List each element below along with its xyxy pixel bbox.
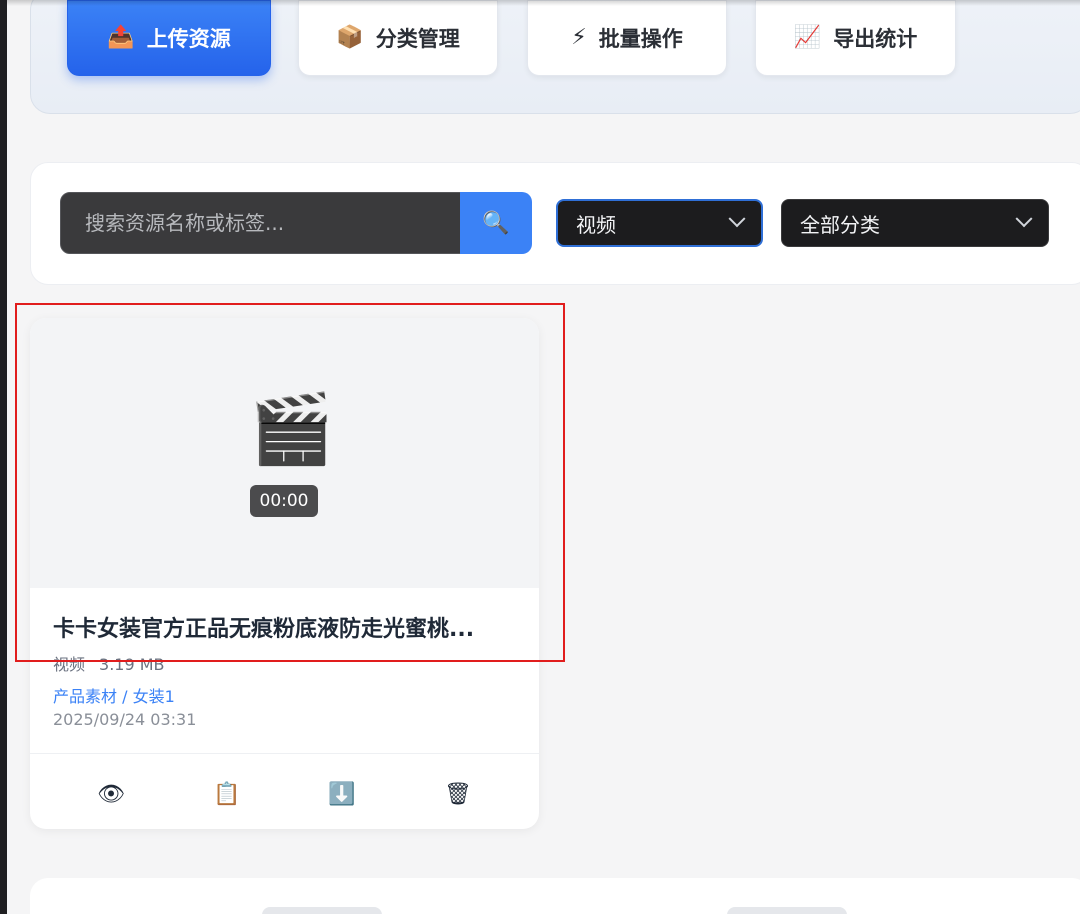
window-edge (0, 0, 7, 914)
batch-operation-button[interactable]: ⚡ 批量操作 (527, 0, 727, 76)
eye-icon: 👁 (97, 781, 125, 807)
upload-resource-button[interactable]: 📤 上传资源 (67, 0, 271, 76)
upload-resource-label: 上传资源 (146, 27, 231, 51)
video-thumbnail[interactable]: 🎬 00:00 (30, 318, 539, 588)
box-icon: 📦 (336, 25, 364, 50)
resource-type: 视频 (53, 655, 86, 674)
upload-icon: 📤 (107, 25, 135, 50)
lightning-icon: ⚡ (571, 25, 587, 50)
trash-icon: 🗑 (444, 781, 472, 807)
category-management-label: 分类管理 (375, 27, 460, 51)
download-button[interactable]: ⬇️ (322, 776, 362, 812)
batch-operation-label: 批量操作 (598, 27, 683, 51)
download-icon: ⬇️ (328, 781, 356, 807)
pagination-panel (30, 878, 1080, 914)
clipboard-icon: 📋 (213, 781, 241, 807)
pagination-control-left[interactable] (262, 907, 382, 914)
pagination-control-right[interactable] (727, 907, 847, 914)
search-button[interactable]: 🔍 (460, 192, 532, 254)
resource-title: 卡卡女装官方正品无痕粉底液防走光蜜桃... (53, 617, 475, 642)
copy-button[interactable]: 📋 (207, 776, 247, 812)
chevron-down-icon (1015, 210, 1033, 228)
category-management-button[interactable]: 📦 分类管理 (298, 0, 498, 76)
chart-icon: 📈 (793, 25, 822, 50)
resource-size: 3.19 MB (99, 655, 165, 674)
category-select-value: 全部分类 (800, 212, 880, 237)
resource-card[interactable]: 🎬 00:00 卡卡女装官方正品无痕粉底液防走光蜜桃... 视频 3.19 MB … (30, 318, 539, 829)
resource-category-path[interactable]: 产品素材 / 女装1 (53, 683, 175, 707)
export-statistics-button[interactable]: 📈 导出统计 (755, 0, 956, 76)
chevron-down-icon (728, 210, 746, 228)
type-select-value: 视频 (576, 212, 616, 237)
search-input[interactable] (60, 192, 461, 254)
resource-meta: 视频 3.19 MB (53, 651, 165, 675)
top-shadow (7, 0, 1080, 6)
type-select[interactable]: 视频 (556, 199, 763, 247)
export-statistics-label: 导出统计 (833, 27, 918, 51)
search-icon: 🔍 (482, 210, 510, 236)
clapperboard-icon: 🎬 (249, 390, 334, 469)
category-select[interactable]: 全部分类 (781, 199, 1049, 247)
resource-date: 2025/09/24 03:31 (53, 710, 197, 729)
duration-badge: 00:00 (250, 485, 318, 517)
delete-button[interactable]: 🗑 (438, 776, 478, 812)
preview-button[interactable]: 👁 (91, 776, 131, 812)
card-divider (30, 753, 539, 754)
